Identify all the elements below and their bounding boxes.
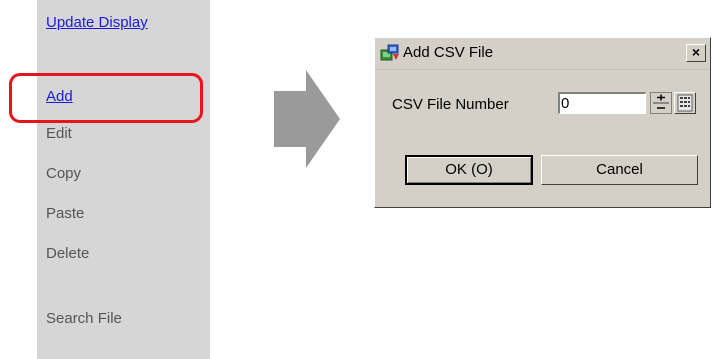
copy-item: Copy (46, 165, 82, 182)
keypad-icon[interactable] (674, 92, 696, 114)
cancel-button[interactable]: Cancel (541, 155, 698, 185)
update-display-link[interactable]: Update Display (46, 14, 148, 32)
close-button[interactable]: × (686, 44, 706, 62)
dialog-titlebar: Add CSV File × (375, 38, 710, 70)
add-highlight-callout (9, 73, 203, 123)
csv-file-number-input[interactable] (558, 92, 646, 114)
command-panel: Update Display Add Edit Copy Paste Delet… (37, 0, 210, 359)
spin-updown-icon[interactable] (650, 92, 672, 114)
app-window-icon (380, 44, 399, 61)
keypad-grid-icon (677, 94, 693, 112)
edit-item: Edit (46, 125, 72, 142)
delete-item: Delete (46, 245, 90, 262)
ok-button[interactable]: OK (O) (405, 155, 533, 185)
dialog-title: Add CSV File (403, 44, 494, 61)
add-csv-file-dialog: Add CSV File × CSV File Number OK (O) Ca… (374, 37, 711, 208)
csv-file-number-label: CSV File Number (392, 96, 509, 113)
search-file-item: Search File (46, 310, 122, 327)
paste-item: Paste (46, 205, 85, 222)
right-arrow-icon (274, 70, 340, 168)
